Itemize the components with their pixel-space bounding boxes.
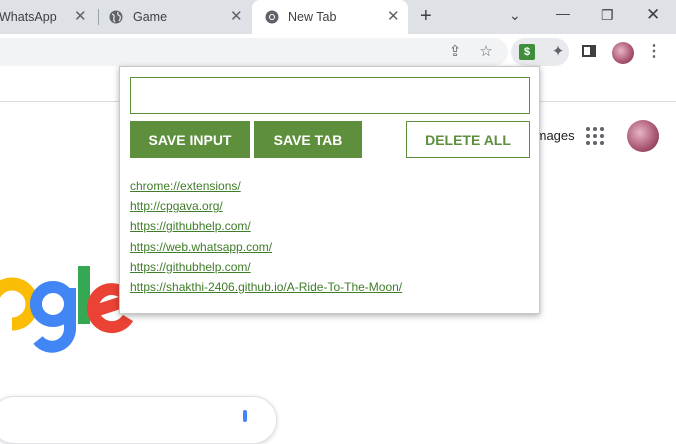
close-icon[interactable]: ✕ <box>230 9 243 24</box>
window-close-icon[interactable]: ✕ <box>646 6 660 24</box>
save-input-button[interactable]: SAVE INPUT <box>130 121 250 158</box>
chevron-down-icon[interactable]: ⌄ <box>509 6 521 24</box>
list-item: https://githubhelp.com/ <box>130 217 402 237</box>
tab-whatsapp[interactable]: WhatsApp ✕ <box>0 0 98 34</box>
search-box[interactable] <box>0 396 277 444</box>
list-item: https://shakthi-2406.github.io/A-Ride-To… <box>130 278 402 298</box>
list-item: chrome://extensions/ <box>130 177 402 197</box>
globe-icon <box>109 10 123 24</box>
tab-new-tab[interactable]: New Tab ✕ <box>252 0 408 34</box>
restore-icon[interactable]: ❐ <box>601 6 614 24</box>
chrome-icon <box>265 10 279 24</box>
mic-icon[interactable] <box>243 410 247 422</box>
save-tab-button[interactable]: SAVE TAB <box>254 121 362 158</box>
tab-label: Game <box>133 10 168 24</box>
list-item: http://cpgava.org/ <box>130 197 402 217</box>
close-icon[interactable]: ✕ <box>387 9 400 24</box>
google-logo <box>0 266 135 353</box>
menu-icon[interactable]: ⋮ <box>645 43 663 61</box>
tab-strip: WhatsApp ✕ Game ✕ New Tab ✕ + ⌄ — ❐ ✕ <box>0 0 676 34</box>
share-icon[interactable]: ⇪ <box>446 43 464 61</box>
tab-label: WhatsApp <box>0 10 57 24</box>
saved-link[interactable]: chrome://extensions/ <box>130 179 241 193</box>
side-panel-icon[interactable] <box>582 45 596 57</box>
browser-toolbar: ⇪ ☆ $ ✦ ⋮ <box>0 34 676 70</box>
tab-game[interactable]: Game ✕ <box>99 0 251 34</box>
saved-link[interactable]: http://cpgava.org/ <box>130 199 223 213</box>
new-tab-plus-icon[interactable]: + <box>420 6 432 26</box>
extension-icon[interactable]: $ <box>519 44 535 60</box>
tab-label: New Tab <box>288 10 337 24</box>
account-avatar[interactable] <box>627 120 659 152</box>
extension-popup: SAVE INPUT SAVE TAB DELETE ALL chrome://… <box>119 66 540 314</box>
puzzle-icon[interactable]: ✦ <box>549 43 567 61</box>
saved-links-list: chrome://extensions/ http://cpgava.org/ … <box>130 177 402 298</box>
saved-link[interactable]: https://githubhelp.com/ <box>130 219 251 233</box>
saved-link[interactable]: https://shakthi-2406.github.io/A-Ride-To… <box>130 280 402 294</box>
address-bar[interactable] <box>0 38 508 66</box>
star-icon[interactable]: ☆ <box>477 43 495 61</box>
saved-link[interactable]: https://githubhelp.com/ <box>130 260 251 274</box>
list-item: https://githubhelp.com/ <box>130 258 402 278</box>
apps-grid-icon[interactable] <box>586 127 604 145</box>
minimize-icon[interactable]: — <box>556 4 570 22</box>
close-icon[interactable]: ✕ <box>74 9 87 24</box>
list-item: https://web.whatsapp.com/ <box>130 238 402 258</box>
delete-all-button[interactable]: DELETE ALL <box>406 121 530 158</box>
url-input[interactable] <box>130 77 530 114</box>
saved-link[interactable]: https://web.whatsapp.com/ <box>130 240 272 254</box>
avatar[interactable] <box>612 42 634 64</box>
